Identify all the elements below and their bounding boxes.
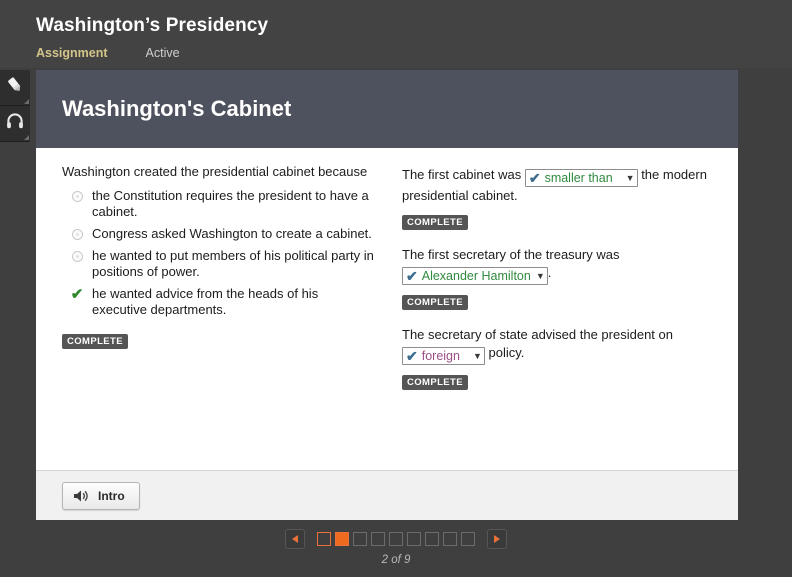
- sentence-text-after: .: [547, 265, 552, 280]
- radio-unselected-icon[interactable]: [62, 188, 92, 202]
- highlighter-icon: [5, 75, 25, 100]
- choice-option[interactable]: Congress asked Washington to create a ca…: [62, 226, 376, 242]
- status-badge: COMPLETE: [402, 215, 468, 230]
- stage-footer: Intro: [36, 470, 738, 520]
- page-dot-2[interactable]: [335, 532, 349, 546]
- choice-label: he wanted to put members of his politica…: [92, 248, 374, 279]
- page-count-label: 2 of 9: [381, 554, 411, 566]
- page-dot-1[interactable]: [317, 532, 331, 546]
- chevron-down-icon: ▼: [625, 172, 635, 183]
- tool-rail: [0, 70, 30, 142]
- highlighter-tool-button[interactable]: [0, 70, 30, 106]
- fill-in-item: The secretary of state advised the presi…: [402, 326, 716, 390]
- sentence-text-before: The first secretary of the treasury was: [402, 247, 620, 262]
- question-stem: Washington created the presidential cabi…: [62, 164, 368, 179]
- audio-tool-button[interactable]: [0, 106, 30, 142]
- headphones-icon: [5, 111, 25, 136]
- status-badge: COMPLETE: [402, 295, 468, 310]
- choice-label: Congress asked Washington to create a ca…: [92, 226, 372, 241]
- speaker-icon: [73, 489, 89, 503]
- answer-select[interactable]: ✔ Alexander Hamilton ▼: [402, 267, 548, 285]
- question-column-left: Washington created the presidential cabi…: [62, 164, 376, 470]
- check-icon: ✔: [528, 170, 541, 186]
- answer-select[interactable]: ✔ foreign ▼: [402, 347, 485, 365]
- sentence-text: The first cabinet was ✔ smaller than ▼ the…: [402, 166, 716, 205]
- triangle-right-icon: [494, 535, 500, 543]
- page-dot-8[interactable]: [443, 532, 457, 546]
- check-correct-icon: ✔: [70, 286, 84, 303]
- choice-option[interactable]: the Constitution requires the president …: [62, 188, 376, 220]
- sentence-text-before: The secretary of state advised the presi…: [402, 327, 673, 342]
- audio-play-button[interactable]: Intro: [62, 481, 140, 510]
- answer-select[interactable]: ✔ smaller than ▼: [524, 169, 638, 187]
- fill-in-item: The first cabinet was ✔ smaller than ▼ the…: [402, 166, 716, 230]
- chevron-down-icon: ▼: [472, 350, 482, 361]
- page-dot-5[interactable]: [389, 532, 403, 546]
- question-column-right: The first cabinet was ✔ smaller than ▼ the…: [402, 164, 716, 470]
- lesson-stage: Washington's Cabinet Washington created …: [36, 70, 738, 520]
- check-icon: ✔: [406, 348, 418, 364]
- nav-status-active: Active: [145, 46, 180, 60]
- triangle-left-icon: [292, 535, 298, 543]
- status-badge: COMPLETE: [402, 375, 468, 390]
- header-nav: Assignment Active: [36, 46, 180, 60]
- page-dot-7[interactable]: [425, 532, 439, 546]
- next-page-button[interactable]: [487, 529, 507, 549]
- page-dots: [317, 532, 475, 546]
- page-title: Washington’s Presidency: [36, 15, 269, 36]
- prev-page-button[interactable]: [285, 529, 305, 549]
- chevron-down-icon: ▼: [535, 270, 545, 281]
- status-badge: COMPLETE: [62, 334, 128, 349]
- page-dot-4[interactable]: [371, 532, 385, 546]
- audio-button-label: Intro: [98, 488, 125, 503]
- page-dot-3[interactable]: [353, 532, 367, 546]
- sentence-text: The first secretary of the treasury was …: [402, 246, 716, 285]
- sentence-text-after: policy.: [484, 345, 525, 360]
- page-dot-9[interactable]: [461, 532, 475, 546]
- answer-select-value: foreign: [421, 349, 460, 363]
- radio-unselected-icon[interactable]: [62, 248, 92, 262]
- page-dot-6[interactable]: [407, 532, 421, 546]
- check-icon: ✔: [406, 268, 418, 284]
- stage-banner: Washington's Cabinet: [36, 70, 738, 148]
- sentence-text: The secretary of state advised the presi…: [402, 326, 716, 365]
- app-header: Washington’s Presidency Assignment Activ…: [0, 0, 792, 68]
- choice-label: the Constitution requires the president …: [92, 188, 369, 219]
- sentence-text-before: The first cabinet was: [402, 167, 525, 182]
- nav-item-assignment[interactable]: Assignment: [36, 46, 108, 60]
- stage-body: Washington created the presidential cabi…: [36, 148, 738, 470]
- choice-label: he wanted advice from the heads of his e…: [92, 286, 319, 317]
- fill-in-item: The first secretary of the treasury was …: [402, 246, 716, 310]
- answer-select-value: Alexander Hamilton: [421, 269, 531, 283]
- lesson-title: Washington's Cabinet: [62, 96, 292, 121]
- pager: 2 of 9: [0, 524, 792, 577]
- choice-option-selected[interactable]: ✔ he wanted advice from the heads of his…: [62, 286, 376, 318]
- answer-select-value: smaller than: [544, 171, 613, 185]
- choice-option[interactable]: he wanted to put members of his politica…: [62, 248, 376, 280]
- pager-controls: [0, 529, 792, 549]
- radio-unselected-icon[interactable]: [62, 226, 92, 240]
